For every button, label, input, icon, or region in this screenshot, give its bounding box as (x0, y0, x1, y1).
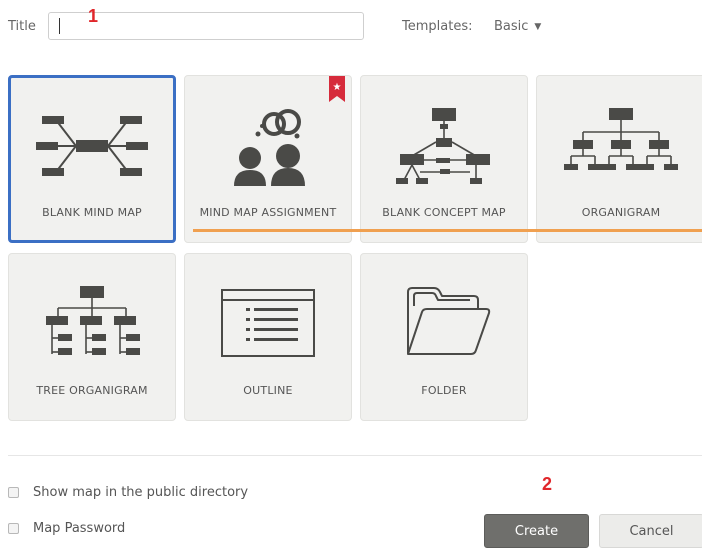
cancel-button[interactable]: Cancel (599, 514, 702, 548)
annotation-step-1: 1 (88, 6, 99, 26)
tile-label: BLANK CONCEPT MAP (382, 206, 506, 219)
tile-blank-mind-map[interactable]: BLANK MIND MAP (8, 75, 176, 243)
tile-outline[interactable]: OUTLINE (184, 253, 352, 421)
password-checkbox[interactable] (8, 523, 19, 534)
tile-label: ORGANIGRAM (581, 206, 661, 219)
tile-blank-concept-map[interactable]: BLANK CONCEPT MAP (360, 75, 528, 243)
tile-label: TREE ORGANIGRAM (36, 384, 148, 397)
folder-icon (361, 276, 527, 366)
password-option[interactable]: Map Password (8, 521, 125, 536)
tile-label: MIND MAP ASSIGNMENT (199, 206, 337, 219)
svg-text:★: ★ (333, 82, 342, 93)
tile-tree-organigram[interactable]: TREE ORGANIGRAM (8, 253, 176, 421)
concept-map-icon (361, 98, 527, 188)
text-caret (59, 18, 60, 34)
tile-label: BLANK MIND MAP (42, 206, 142, 219)
tile-label: OUTLINE (243, 384, 293, 397)
mind-map-icon (11, 100, 173, 190)
public-directory-option[interactable]: Show map in the public directory (8, 485, 248, 500)
public-directory-label: Show map in the public directory (33, 485, 249, 500)
tree-organigram-icon (9, 276, 175, 366)
create-button[interactable]: Create (484, 514, 589, 548)
assignment-icon (185, 98, 351, 188)
tile-mind-map-assignment[interactable]: ★ MIND MAP ASSIGNMENT (184, 75, 352, 243)
organigram-icon (537, 98, 702, 188)
title-label: Title (8, 19, 36, 34)
tile-folder[interactable]: FOLDER (360, 253, 528, 421)
divider (8, 455, 702, 456)
caret-down-icon: ▼ (534, 22, 542, 32)
public-directory-checkbox[interactable] (8, 487, 19, 498)
password-label: Map Password (33, 521, 126, 536)
highlight-underline (193, 229, 702, 232)
annotation-step-2: 2 (542, 474, 553, 494)
templates-value: Basic (494, 19, 529, 34)
tile-label: FOLDER (421, 384, 467, 397)
templates-label: Templates: (402, 19, 473, 34)
outline-icon (185, 276, 351, 366)
tile-organigram[interactable]: ORGANIGRAM (536, 75, 702, 243)
templates-dropdown[interactable]: Basic ▼ (494, 19, 541, 34)
